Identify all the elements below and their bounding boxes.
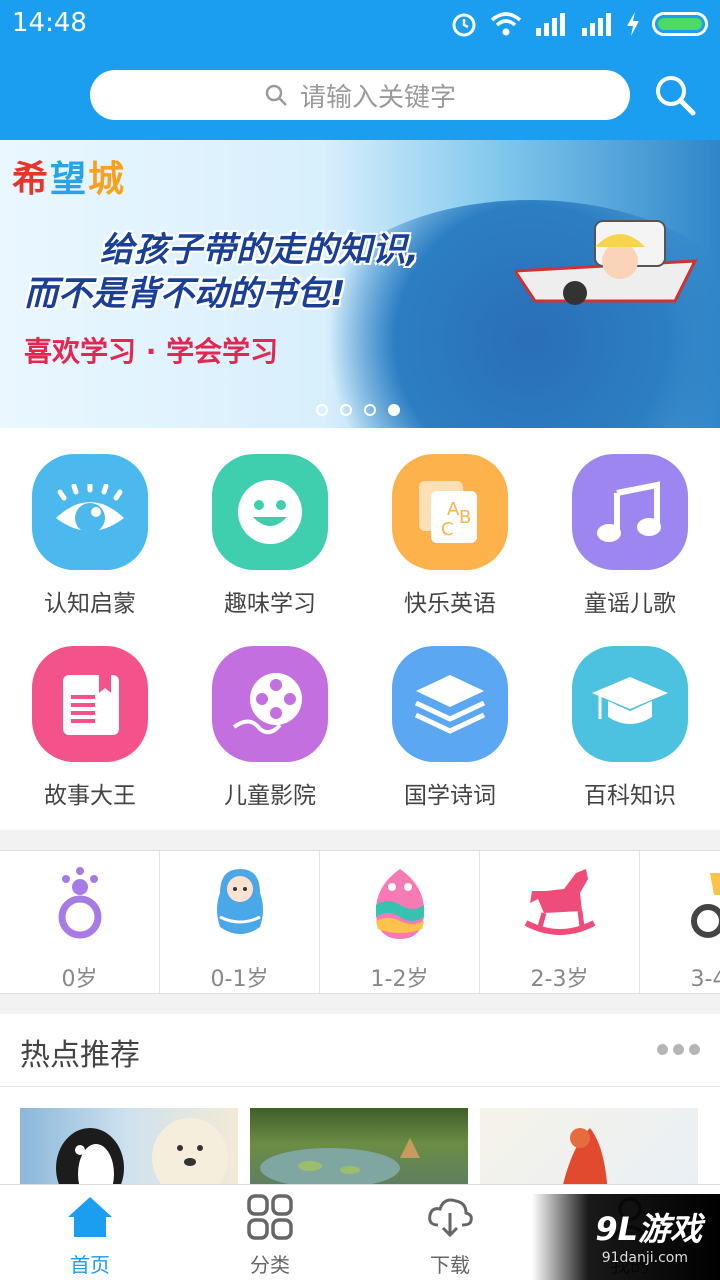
- age-filter-strip: 0岁 0-1岁 1-2岁 2-3岁 3-4岁: [0, 850, 720, 994]
- tab-download[interactable]: 下载: [360, 1185, 540, 1280]
- music-note-icon: [572, 454, 688, 570]
- ring-rattle-icon: [58, 867, 101, 939]
- hot-recommend-section: 热点推荐: [0, 1014, 720, 1198]
- age-label: 1-2岁: [370, 967, 429, 992]
- age-label: 3-4岁: [690, 967, 720, 992]
- search-placeholder: 请输入关键字: [299, 82, 456, 113]
- category-label: 趣味学习: [224, 591, 316, 617]
- pagination-dot[interactable]: [316, 404, 328, 416]
- eye-icon: [32, 454, 148, 570]
- charging-icon: [627, 12, 639, 36]
- banner-slogan-line1: 给孩子带的走的知识,: [100, 230, 419, 270]
- category-english[interactable]: A B C 快乐英语: [360, 454, 540, 618]
- category-label: 童谣儿歌: [584, 591, 676, 617]
- section-title: 热点推荐: [20, 1038, 140, 1073]
- wifi-icon: [490, 12, 522, 36]
- boat-illustration: [515, 220, 698, 305]
- divider: [0, 1086, 720, 1087]
- book-icon: [32, 646, 148, 762]
- grid-icon: [247, 1194, 293, 1240]
- bike-icon: [690, 873, 720, 938]
- category-grid: 认知启蒙 趣味学习 A B C 快乐英语 童谣儿歌 故事大王 儿童影院 国学诗词…: [0, 428, 720, 830]
- pagination-dot[interactable]: [340, 404, 352, 416]
- battery-icon: [652, 12, 708, 36]
- category-label: 国学诗词: [404, 783, 496, 809]
- search-icon: [265, 84, 287, 106]
- cloud-download-icon: [428, 1198, 473, 1238]
- category-poetry[interactable]: 国学诗词: [360, 646, 540, 810]
- pagination-dot[interactable]: [364, 404, 376, 416]
- age-label: 0岁: [61, 967, 98, 992]
- header: 请输入关键字: [0, 50, 720, 140]
- smiley-icon: [212, 454, 328, 570]
- status-bar: 14:48: [0, 0, 720, 50]
- svg-text:B: B: [459, 507, 471, 528]
- category-kids-cinema[interactable]: 儿童影院: [180, 646, 360, 810]
- abc-cards-icon: A B C: [392, 454, 508, 570]
- graduation-cap-icon: [572, 646, 688, 762]
- alarm-icon: [452, 13, 476, 37]
- easter-egg-icon: [375, 869, 424, 939]
- category-encyclopedia[interactable]: 百科知识: [540, 646, 720, 810]
- age-2-3[interactable]: 2-3岁: [480, 851, 640, 993]
- site-watermark: 9L游戏 91danji.com: [532, 1194, 720, 1280]
- age-0[interactable]: 0岁: [0, 851, 160, 993]
- category-label: 故事大王: [44, 783, 136, 809]
- banner-tagline: 喜欢学习 · 学会学习: [24, 335, 279, 368]
- age-0-1[interactable]: 0-1岁: [160, 851, 320, 993]
- watermark-logo: 9L游戏: [595, 1210, 702, 1248]
- tab-label: 首页: [70, 1253, 110, 1277]
- svg-text:C: C: [441, 519, 454, 540]
- status-time: 14:48: [12, 8, 87, 38]
- age-3-4[interactable]: 3-4岁: [640, 851, 720, 993]
- layers-icon: [392, 646, 508, 762]
- tab-label: 分类: [250, 1253, 290, 1277]
- signal-icon: [582, 13, 611, 36]
- status-icons: [450, 10, 708, 38]
- more-dots-icon[interactable]: [657, 1044, 700, 1055]
- rocking-horse-icon: [524, 869, 595, 935]
- signal-icon: [536, 13, 565, 36]
- age-label: 2-3岁: [530, 967, 589, 992]
- promo-banner[interactable]: 希望城 给孩子带的走的知识, 而不是背不动的书包! 喜欢学习 · 学会学习: [0, 140, 720, 428]
- category-cognition[interactable]: 认知启蒙: [0, 454, 180, 618]
- category-label: 快乐英语: [404, 591, 496, 617]
- tab-home[interactable]: 首页: [0, 1185, 180, 1280]
- category-fun-learning[interactable]: 趣味学习: [180, 454, 360, 618]
- doll-icon: [216, 869, 263, 934]
- age-1-2[interactable]: 1-2岁: [320, 851, 480, 993]
- category-nursery-rhymes[interactable]: 童谣儿歌: [540, 454, 720, 618]
- tab-label: 下载: [430, 1253, 470, 1277]
- age-label: 0-1岁: [210, 967, 269, 992]
- category-label: 儿童影院: [224, 783, 316, 809]
- home-icon: [68, 1197, 112, 1237]
- banner-slogan-line2: 而不是背不动的书包!: [24, 274, 346, 314]
- search-button[interactable]: [654, 74, 696, 116]
- category-label: 百科知识: [584, 783, 676, 809]
- pagination-dot-active[interactable]: [388, 404, 400, 416]
- search-input[interactable]: 请输入关键字: [90, 70, 630, 120]
- category-label: 认知启蒙: [44, 591, 136, 617]
- film-reel-icon: [212, 646, 328, 762]
- tab-category[interactable]: 分类: [180, 1185, 360, 1280]
- watermark-url: 91danji.com: [601, 1250, 688, 1266]
- category-story-king[interactable]: 故事大王: [0, 646, 180, 810]
- brand-logo: 希望城: [12, 159, 127, 200]
- banner-pagination: [316, 404, 400, 416]
